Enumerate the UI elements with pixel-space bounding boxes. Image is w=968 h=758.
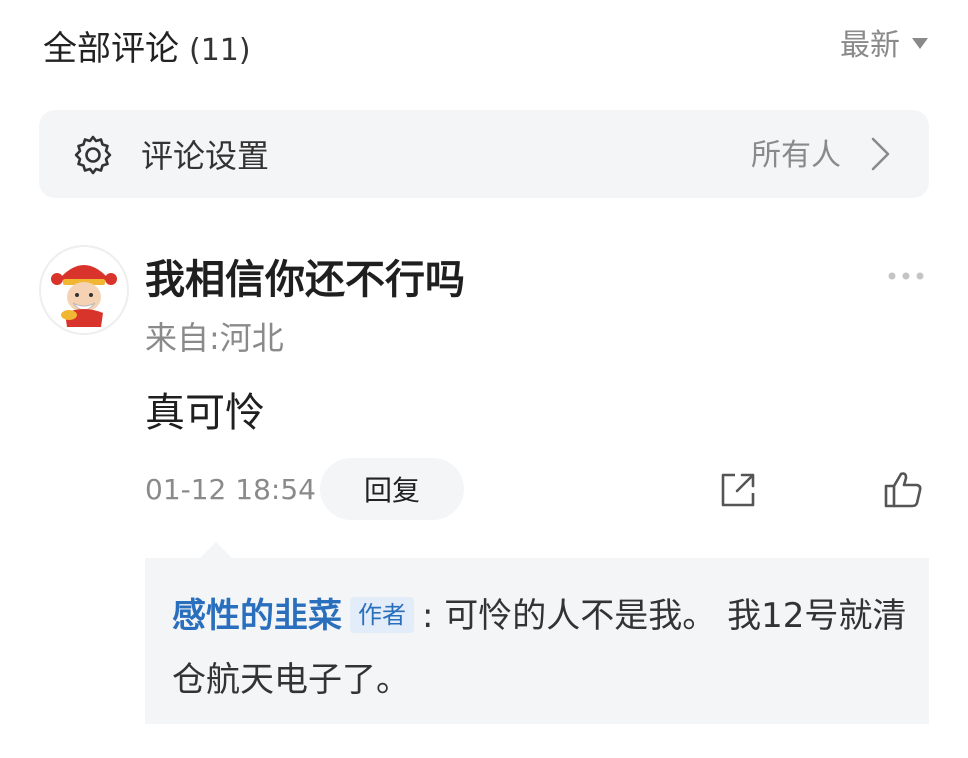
reply-box-pointer	[200, 542, 232, 558]
share-icon[interactable]	[718, 470, 758, 510]
author-badge: 作者	[350, 597, 414, 633]
gear-icon	[74, 135, 112, 175]
reply-item: 感性的韭菜 作者: 可怜的人不是我。 我12号就清仓航天电子了。	[172, 584, 912, 712]
more-options-icon[interactable]	[886, 268, 926, 284]
comments-title-label: 全部评论	[43, 29, 179, 69]
reply-author[interactable]: 感性的韭菜	[172, 596, 342, 636]
reply-button[interactable]: 回复	[320, 458, 464, 520]
comment-location: 来自:河北	[145, 319, 284, 357]
sort-label: 最新	[840, 28, 900, 63]
comment-timestamp: 01-12 18:54	[145, 473, 316, 506]
comment-content: 真可怜	[145, 390, 265, 436]
reply-thread[interactable]: 感性的韭菜 作者: 可怜的人不是我。 我12号就清仓航天电子了。	[145, 558, 929, 724]
comment-settings-row[interactable]: 评论设置 所有人	[39, 110, 929, 198]
comment-username[interactable]: 我相信你还不行吗	[145, 254, 465, 306]
comment-settings-value: 所有人	[751, 138, 841, 173]
comment-settings-label: 评论设置	[141, 137, 270, 175]
comments-title: 全部评论 (11)	[43, 26, 251, 74]
comments-count: (11)	[189, 33, 251, 68]
thumbs-up-icon[interactable]	[882, 468, 924, 510]
caret-down-icon	[912, 37, 928, 49]
fortune-god-avatar-icon	[41, 247, 127, 333]
avatar[interactable]	[39, 245, 129, 335]
chevron-right-icon	[871, 137, 890, 171]
comments-header: 全部评论 (11) 最新	[0, 0, 968, 100]
sort-dropdown[interactable]: 最新	[840, 26, 928, 66]
